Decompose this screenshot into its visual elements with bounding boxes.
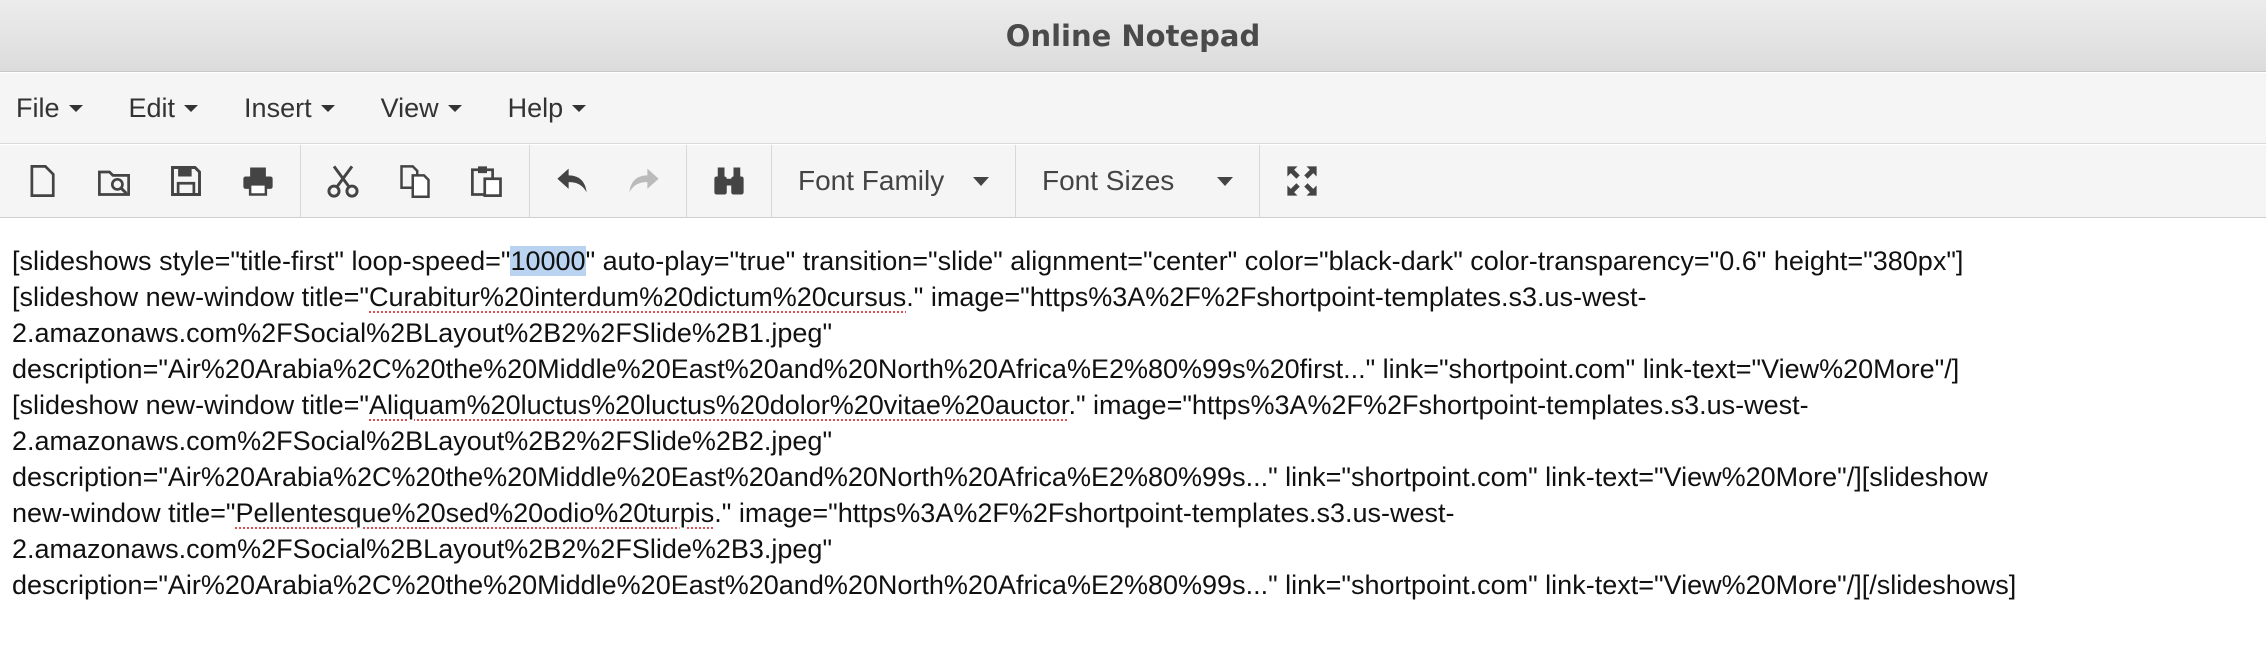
font-sizes-select[interactable]: Font Sizes: [1016, 145, 1260, 217]
chevron-down-icon: [68, 104, 83, 112]
file-tools: [0, 145, 301, 217]
text-segment: [slideshows style="title-first" loop-spe…: [12, 246, 511, 276]
undo-icon: [557, 168, 587, 193]
font-family-label: Font Family: [798, 165, 945, 196]
chevron-down-icon: [320, 104, 335, 112]
editor-line: description="Air%20Arabia%2C%20the%20Mid…: [12, 351, 2254, 387]
text-segment: 2.amazonaws.com%2FSocial%2BLayout%2B2%2F…: [12, 318, 833, 348]
editor-line: description="Air%20Arabia%2C%20the%20Mid…: [12, 459, 2254, 495]
text-segment: ." image="https%3A%2F%2Fshortpoint-templ…: [1068, 390, 1809, 420]
menu-file-label: File: [16, 92, 60, 123]
menu-insert[interactable]: Insert: [244, 93, 335, 124]
editor-line: 2.amazonaws.com%2FSocial%2BLayout%2B2%2F…: [12, 423, 2254, 459]
chevron-down-icon: [184, 104, 199, 112]
font-sizes-label: Font Sizes: [1042, 165, 1175, 196]
clipboard-tools: [301, 145, 530, 217]
paste-icon: [471, 166, 502, 197]
history-tools: [530, 145, 687, 217]
chevron-down-icon: [447, 104, 462, 112]
editor-line: new-window title="Pellentesque%20sed%20o…: [12, 495, 2254, 531]
editor-line: 2.amazonaws.com%2FSocial%2BLayout%2B2%2F…: [12, 531, 2254, 567]
editor-line: description="Air%20Arabia%2C%20the%20Mid…: [12, 567, 2254, 603]
save-icon: [171, 166, 201, 196]
text-segment: " auto-play="true" transition="slide" al…: [585, 246, 1964, 276]
cut-icon: [327, 165, 359, 198]
chevron-down-icon: [1217, 176, 1233, 186]
fullscreen-button[interactable]: [1266, 145, 1338, 217]
open-file-button[interactable]: [78, 145, 150, 217]
menu-bar: File Edit Insert View Help: [0, 73, 2266, 144]
chevron-down-icon: [572, 104, 587, 112]
chevron-down-icon: [973, 176, 989, 186]
editor-line: 2.amazonaws.com%2FSocial%2BLayout%2B2%2F…: [12, 315, 2254, 351]
fullscreen-icon: [1287, 166, 1317, 196]
menu-insert-label: Insert: [244, 92, 312, 123]
menu-edit[interactable]: Edit: [129, 93, 199, 124]
new-file-icon: [30, 165, 55, 197]
misspelled-text: Curabitur%20interdum%20dictum%20cursus: [369, 282, 907, 312]
view-tools: [1260, 145, 1344, 217]
text-segment: description="Air%20Arabia%2C%20the%20Mid…: [12, 462, 1988, 492]
text-segment: [slideshow new-window title=": [12, 282, 369, 312]
editor-line: [slideshows style="title-first" loop-spe…: [12, 243, 2254, 279]
window-title: Online Notepad: [1005, 18, 1261, 53]
copy-button[interactable]: [379, 145, 451, 217]
menu-view-label: View: [380, 92, 439, 123]
binoculars-icon: [714, 167, 744, 195]
open-file-icon: [98, 170, 130, 196]
search-tools: [687, 145, 772, 217]
redo-button[interactable]: [608, 145, 680, 217]
redo-icon: [629, 168, 659, 193]
copy-icon: [400, 165, 430, 198]
find-button[interactable]: [693, 145, 765, 217]
menu-help[interactable]: Help: [508, 93, 587, 124]
undo-button[interactable]: [536, 145, 608, 217]
text-segment: [slideshow new-window title=": [12, 390, 369, 420]
text-segment: description="Air%20Arabia%2C%20the%20Mid…: [12, 570, 2017, 600]
menu-edit-label: Edit: [128, 92, 176, 123]
toolbar: Font Family Font Sizes: [0, 145, 2266, 218]
menu-file[interactable]: File: [16, 93, 83, 124]
text-segment: description="Air%20Arabia%2C%20the%20Mid…: [12, 354, 1960, 384]
misspelled-text: Pellentesque%20sed%20odio%20turpis: [235, 498, 715, 528]
text-segment: ." image="https%3A%2F%2Fshortpoint-templ…: [906, 282, 1647, 312]
new-file-button[interactable]: [6, 145, 78, 217]
save-button[interactable]: [150, 145, 222, 217]
text-segment: 2.amazonaws.com%2FSocial%2BLayout%2B2%2F…: [12, 534, 833, 564]
editor-line: [slideshow new-window title="Aliquam%20l…: [12, 387, 2254, 423]
editor-line: [slideshow new-window title="Curabitur%2…: [12, 279, 2254, 315]
menu-help-label: Help: [507, 92, 564, 123]
print-icon: [243, 167, 273, 196]
text-segment: ." image="https%3A%2F%2Fshortpoint-templ…: [714, 498, 1455, 528]
misspelled-text: Aliquam%20luctus%20luctus%20dolor%20vita…: [369, 390, 1069, 420]
text-segment: new-window title=": [12, 498, 236, 528]
text-segment: 2.amazonaws.com%2FSocial%2BLayout%2B2%2F…: [12, 426, 833, 456]
paste-button[interactable]: [451, 145, 523, 217]
title-bar: Online Notepad: [0, 0, 2266, 72]
selected-text: 10000: [510, 246, 586, 276]
font-family-select[interactable]: Font Family: [772, 145, 1016, 217]
print-button[interactable]: [222, 145, 294, 217]
cut-button[interactable]: [307, 145, 379, 217]
menu-view[interactable]: View: [381, 93, 462, 124]
text-editor[interactable]: [slideshows style="title-first" loop-spe…: [0, 219, 2266, 670]
